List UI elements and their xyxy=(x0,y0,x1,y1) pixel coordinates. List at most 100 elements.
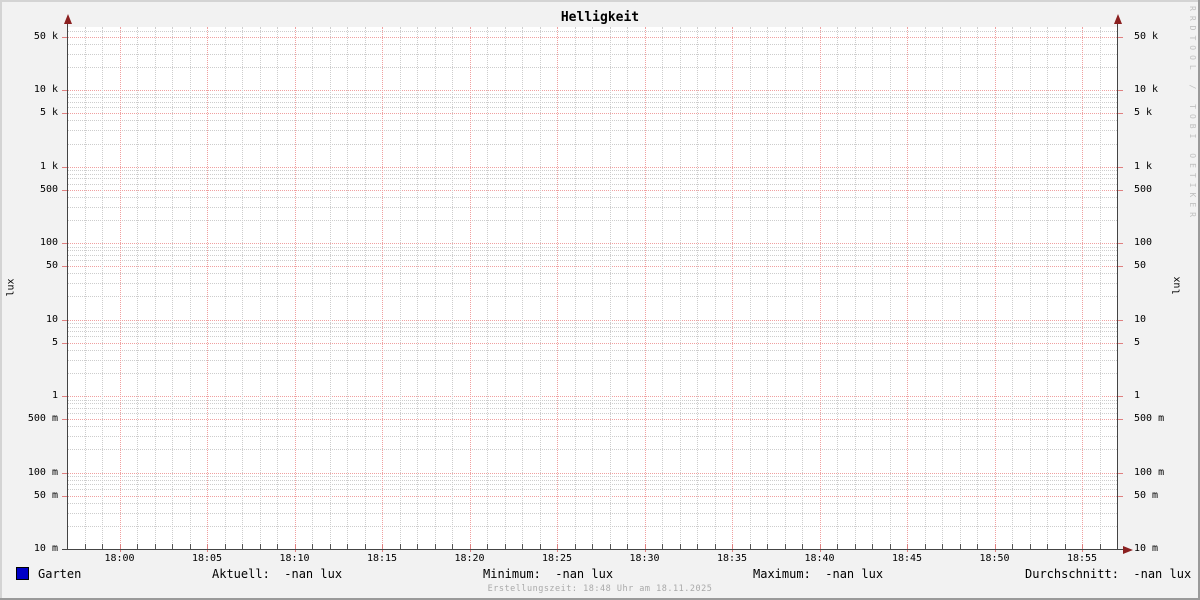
x-axis-tick-label: 18:30 xyxy=(629,553,660,564)
y-axis-tick-label-left: 100 m xyxy=(27,466,58,478)
gridline-minor-vertical xyxy=(312,27,313,549)
x-axis-tick-label: 18:25 xyxy=(541,553,573,564)
x-major-tick xyxy=(469,544,471,552)
stat-minimum: Minimum: -nan lux xyxy=(483,567,614,581)
gridline-minor-vertical xyxy=(714,27,716,549)
gridline-minor-vertical xyxy=(242,27,243,549)
y-axis-arrow-left xyxy=(63,14,72,24)
gridline-minor-vertical xyxy=(84,27,86,549)
y-axis-tick-label-left: 10 m xyxy=(33,543,58,554)
gridline-minor-vertical xyxy=(487,27,488,549)
y-axis-tick-label-left: 50 xyxy=(45,260,58,272)
gridline-minor-vertical xyxy=(399,27,401,549)
gridline-minor-vertical xyxy=(102,27,103,549)
x-axis-arrow xyxy=(1123,545,1133,554)
gridline-minor-vertical xyxy=(154,27,156,549)
y-axis-tick-label-left: 5 k xyxy=(39,107,58,119)
y-major-tick-right xyxy=(1118,495,1123,497)
y-axis-tick-label-left: 10 xyxy=(45,313,58,325)
x-axis-tick-label: 18:20 xyxy=(454,553,485,564)
y-axis-tick-label-right: 10 k xyxy=(1134,84,1159,96)
gridline-minor-vertical xyxy=(452,27,453,549)
y-axis-tick-label-right: 1 xyxy=(1134,390,1141,401)
x-axis-tick-label: 18:10 xyxy=(279,553,310,564)
rrdtool-graph: Helligkeit RRDTOOL / TOBI OETIKER 50 k 50… xyxy=(0,0,1200,600)
gridline-minor-vertical xyxy=(767,27,768,549)
y-major-tick-right xyxy=(1118,189,1123,191)
x-major-tick xyxy=(119,544,121,552)
y-axis-tick-label-left: 1 k xyxy=(39,160,58,172)
gridline-minor-vertical xyxy=(1099,27,1101,549)
legend-series-name: Garten xyxy=(38,567,82,581)
y-major-tick-right xyxy=(1118,319,1123,321)
gridline-major-vertical xyxy=(1082,27,1083,549)
y-major-tick-right xyxy=(1118,342,1123,344)
gridline-minor-vertical xyxy=(1047,27,1048,549)
gridline-major-vertical xyxy=(469,27,471,549)
gridline-minor-vertical xyxy=(784,27,786,549)
gridline-minor-vertical xyxy=(417,27,418,549)
creation-time-footer: Erstellungszeit: 18:48 Uhr am 18.11.2025 xyxy=(487,584,713,594)
y-axis-tick-label-left: 1 xyxy=(51,390,58,401)
x-major-tick xyxy=(207,544,208,552)
gridline-minor-vertical xyxy=(277,27,278,549)
y-major-tick-right xyxy=(1118,419,1123,421)
y-axis-tick-label-right: 50 k xyxy=(1134,30,1159,42)
gridline-major-vertical xyxy=(294,27,296,549)
y-axis-tick-label-right: 5 xyxy=(1134,336,1141,348)
x-major-tick xyxy=(382,544,383,552)
y-axis-tick-label-right: 100 m xyxy=(1134,466,1165,478)
stat-current: Aktuell: -nan lux xyxy=(212,567,343,581)
y-axis-tick-label-right: 100 xyxy=(1134,237,1153,249)
gridline-minor-vertical xyxy=(592,27,593,549)
y-axis-tick-label-right: 500 xyxy=(1134,183,1153,195)
y-major-tick-right xyxy=(1118,113,1123,115)
gridline-minor-vertical xyxy=(364,27,366,549)
gridline-minor-vertical xyxy=(1029,27,1031,549)
x-axis-tick-label: 18:05 xyxy=(191,553,223,564)
y-major-tick-right xyxy=(1118,36,1123,38)
legend-color-swatch xyxy=(16,567,29,580)
gridline-major-vertical xyxy=(994,27,996,549)
gridline-minor-vertical xyxy=(224,27,226,549)
gridline-minor-vertical xyxy=(329,27,331,549)
y-axis-tick-label-left: 500 xyxy=(39,183,58,195)
gridline-major-vertical xyxy=(644,27,646,549)
x-axis-tick-label: 18:35 xyxy=(716,553,748,564)
y-major-tick-right xyxy=(1118,472,1123,474)
gridline-minor-vertical xyxy=(837,27,838,549)
x-axis-tick-label: 18:50 xyxy=(979,553,1010,564)
y-axis-tick-label-left: 10 k xyxy=(33,84,58,96)
gridline-minor-vertical xyxy=(749,27,751,549)
gridline-minor-vertical xyxy=(1064,27,1066,549)
x-axis-tick-label: 18:40 xyxy=(804,553,835,564)
stat-average: Durchschnitt: -nan lux xyxy=(1025,567,1192,581)
y-axis-unit-right: lux xyxy=(1171,276,1183,295)
chart-title: Helligkeit xyxy=(560,10,640,25)
x-major-tick xyxy=(819,544,821,552)
gridline-minor-vertical xyxy=(504,27,506,549)
y-axis-tick-label-left: 500 m xyxy=(27,413,58,425)
x-axis xyxy=(62,549,1124,550)
gridline-major-vertical xyxy=(732,27,733,549)
y-major-tick-right xyxy=(1118,166,1123,168)
gridline-minor-vertical xyxy=(627,27,628,549)
y-axis-arrow-right xyxy=(1113,14,1122,24)
gridline-minor-vertical xyxy=(434,27,436,549)
y-axis-tick-label-left: 5 xyxy=(51,336,58,348)
gridline-minor-vertical xyxy=(259,27,261,549)
gridline-minor-vertical xyxy=(802,27,803,549)
y-axis-tick-label-right: 10 m xyxy=(1134,543,1159,554)
x-axis-tick-label: 18:15 xyxy=(366,553,398,564)
y-axis-tick-label-right: 50 xyxy=(1134,260,1147,272)
gridline-major-vertical xyxy=(557,27,558,549)
gridline-minor-vertical xyxy=(924,27,926,549)
y-axis-tick-label-right: 1 k xyxy=(1134,160,1153,172)
x-major-tick xyxy=(907,544,908,552)
x-major-tick xyxy=(294,544,296,552)
gridline-minor-vertical xyxy=(172,27,173,549)
gridline-minor-vertical xyxy=(872,27,873,549)
x-major-tick xyxy=(644,544,646,552)
gridline-minor-vertical xyxy=(522,27,523,549)
y-axis-tick-label-left: 100 xyxy=(39,237,58,249)
